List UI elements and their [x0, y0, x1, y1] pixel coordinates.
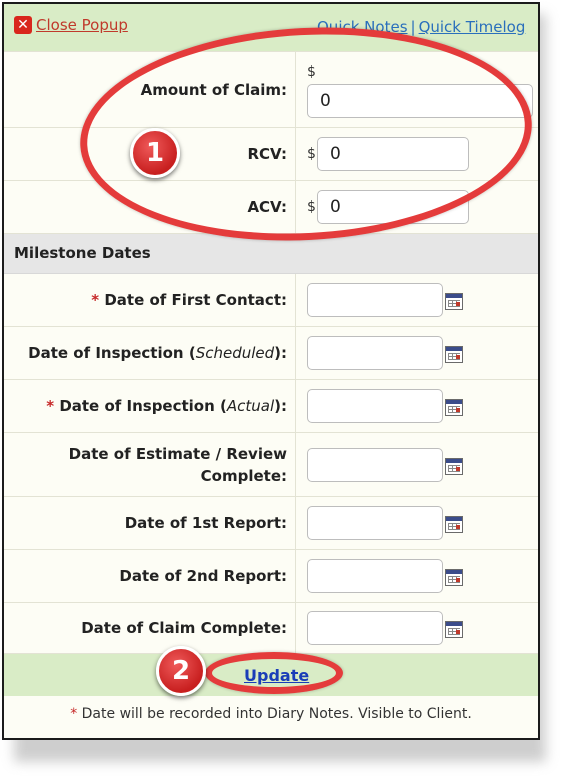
claim-complete-date-input[interactable]: [307, 611, 443, 645]
acv-input[interactable]: [317, 190, 469, 224]
inspection-actual-date-input[interactable]: [307, 389, 443, 423]
inspection-scheduled-label: Date of Inspection (Scheduled):: [28, 344, 287, 362]
rcv-input[interactable]: [317, 137, 469, 171]
amount-of-claim-label: Amount of Claim:: [4, 52, 296, 127]
quick-links: Quick Notes | Quick Timelog: [317, 18, 525, 36]
popup-header: ✕ Close Popup Quick Notes | Quick Timelog: [4, 4, 538, 52]
required-marker: *: [91, 291, 100, 309]
first-report-row: Date of 1st Report:: [4, 497, 538, 550]
calendar-icon[interactable]: [445, 621, 463, 638]
acv-row: ACV: $: [4, 181, 538, 234]
quick-timelog-link[interactable]: Quick Timelog: [419, 18, 526, 36]
rcv-row: RCV: $: [4, 128, 538, 181]
amount-of-claim-input[interactable]: [307, 84, 533, 118]
close-icon: ✕: [14, 16, 32, 34]
link-separator: |: [410, 18, 416, 36]
update-button[interactable]: Update: [244, 666, 309, 685]
quick-notes-link[interactable]: Quick Notes: [317, 18, 408, 36]
calendar-icon[interactable]: [445, 458, 463, 475]
second-report-label: Date of 2nd Report:: [4, 550, 296, 602]
inspection-scheduled-row: Date of Inspection (Scheduled):: [4, 327, 538, 380]
first-report-label: Date of 1st Report:: [4, 497, 296, 549]
first-contact-row: * Date of First Contact:: [4, 274, 538, 327]
first-contact-date-input[interactable]: [307, 283, 443, 317]
milestone-dates-title: Milestone Dates: [14, 244, 151, 262]
claim-popup: ✕ Close Popup Quick Notes | Quick Timelog …: [2, 2, 540, 740]
inspection-actual-row: * Date of Inspection (Actual):: [4, 380, 538, 433]
claim-complete-label: Date of Claim Complete:: [4, 603, 296, 653]
milestone-dates-header: Milestone Dates: [4, 234, 538, 274]
estimate-review-label: Date of Estimate / Review Complete:: [68, 444, 287, 485]
claim-complete-row: Date of Claim Complete:: [4, 603, 538, 654]
amount-of-claim-row: Amount of Claim: $: [4, 52, 538, 128]
currency-symbol: $: [307, 146, 316, 162]
update-row: Update: [4, 654, 538, 696]
estimate-review-date-input[interactable]: [307, 448, 443, 482]
calendar-icon[interactable]: [445, 346, 463, 363]
first-report-date-input[interactable]: [307, 506, 443, 540]
estimate-review-row: Date of Estimate / Review Complete:: [4, 433, 538, 497]
second-report-row: Date of 2nd Report:: [4, 550, 538, 603]
currency-symbol: $: [307, 64, 316, 80]
acv-label: ACV:: [4, 181, 296, 233]
calendar-icon[interactable]: [445, 569, 463, 586]
close-popup-label: Close Popup: [36, 16, 128, 34]
footnote-text: Date will be recorded into Diary Notes. …: [77, 706, 472, 722]
footnote: * Date will be recorded into Diary Notes…: [4, 706, 538, 722]
annotation-marker-1: 1: [130, 128, 180, 178]
calendar-icon[interactable]: [445, 516, 463, 533]
calendar-icon[interactable]: [445, 293, 463, 310]
required-marker: *: [46, 397, 55, 415]
currency-symbol: $: [307, 199, 316, 215]
calendar-icon[interactable]: [445, 399, 463, 416]
first-contact-label: Date of First Contact:: [104, 291, 287, 309]
inspection-scheduled-date-input[interactable]: [307, 336, 443, 370]
second-report-date-input[interactable]: [307, 559, 443, 593]
inspection-actual-label: Date of Inspection (Actual):: [59, 397, 287, 415]
annotation-marker-2: 2: [156, 646, 206, 696]
close-popup-button[interactable]: ✕ Close Popup: [14, 16, 128, 34]
